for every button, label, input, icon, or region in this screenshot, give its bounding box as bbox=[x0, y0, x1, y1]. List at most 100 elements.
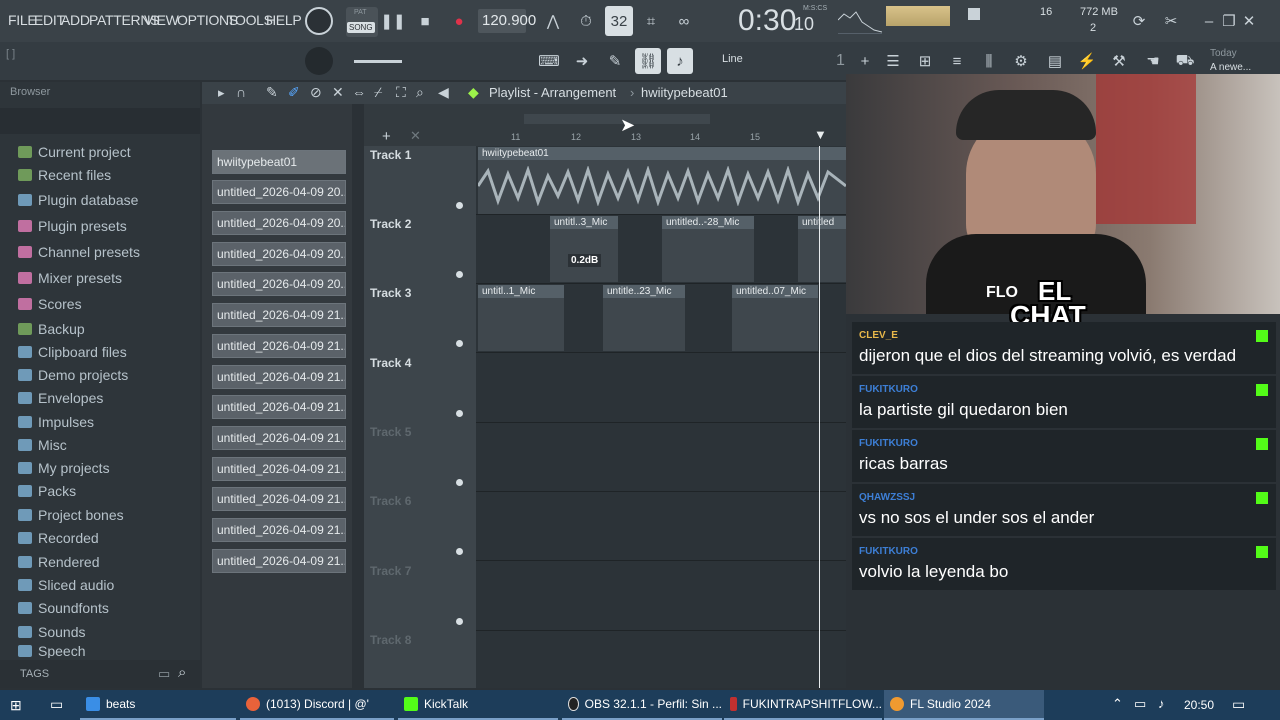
track-mute-dot[interactable] bbox=[456, 410, 463, 417]
taskbar-item-discord[interactable]: (1013) Discord | @' bbox=[240, 690, 394, 720]
arrow-right-icon[interactable]: ▸ bbox=[218, 85, 225, 101]
track-label[interactable]: Track 3 bbox=[370, 286, 411, 300]
browser-item-clipboard-files[interactable]: Clipboard files bbox=[18, 341, 127, 363]
link-icon[interactable]: ⛓ bbox=[635, 48, 661, 74]
browser-item-project-bones[interactable]: Project bones bbox=[18, 504, 124, 526]
pattern-item[interactable]: untitled_2026-04-09 21.. bbox=[212, 487, 346, 511]
scroll-overview[interactable] bbox=[524, 114, 710, 124]
taskbar-item-beats[interactable]: beats bbox=[80, 690, 236, 720]
browser-item-sliced-audio[interactable]: Sliced audio bbox=[18, 574, 114, 596]
cut-icon[interactable]: ✂ bbox=[1158, 8, 1184, 34]
plugin-icon[interactable]: ⚙ bbox=[1008, 48, 1034, 74]
taskbar-item-obs[interactable]: OBS 32.1.1 - Perfil: Sin ... bbox=[562, 690, 722, 720]
browser-item-mixer-presets[interactable]: Mixer presets bbox=[18, 267, 122, 289]
pattern-play-icon[interactable]: ◆ bbox=[468, 84, 479, 101]
browser-item-impulses[interactable]: Impulses bbox=[18, 411, 94, 433]
menu-help[interactable]: HELP bbox=[266, 12, 302, 28]
pencil-icon[interactable]: ✎ bbox=[266, 84, 278, 101]
taskbar-clock[interactable]: 20:50 bbox=[1184, 698, 1214, 712]
track-mute-dot[interactable] bbox=[456, 548, 463, 555]
playlist-grid[interactable]: hwiitypebeat01 untitl..3_Mic untitled..-… bbox=[476, 146, 846, 688]
volume-icon[interactable]: ♪ bbox=[1158, 696, 1165, 711]
pattern-item[interactable]: untitled_2026-04-09 21.. bbox=[212, 518, 346, 542]
channel-rack-icon[interactable]: ≡ bbox=[944, 48, 970, 74]
step-edit-icon[interactable]: ⌗ bbox=[638, 8, 664, 34]
browser-item-envelopes[interactable]: Envelopes bbox=[18, 387, 103, 409]
zoom-icon[interactable]: ⌕ bbox=[416, 84, 424, 101]
track-label[interactable]: Track 1 bbox=[370, 148, 411, 162]
pitch-slider[interactable] bbox=[354, 60, 402, 63]
pattern-item[interactable]: untitled_2026-04-09 21.. bbox=[212, 303, 346, 327]
piano-roll-icon[interactable]: ⊞ bbox=[912, 48, 938, 74]
project-icon[interactable]: ▤ bbox=[1042, 48, 1068, 74]
add-pattern-icon[interactable]: + bbox=[852, 48, 878, 74]
track-mute-dot[interactable] bbox=[456, 479, 463, 486]
bell-icon[interactable]: ♪ bbox=[667, 48, 693, 74]
news-title[interactable]: Today bbox=[1210, 48, 1237, 59]
track-label[interactable]: Track 8 bbox=[370, 633, 411, 647]
track-label[interactable]: Track 5 bbox=[370, 425, 411, 439]
track-mute-dot[interactable] bbox=[456, 202, 463, 209]
menu-file[interactable]: FILE bbox=[8, 12, 37, 28]
brush-icon[interactable]: ✎ bbox=[602, 48, 628, 74]
taskbar-item-kicktalk[interactable]: KickTalk bbox=[398, 690, 558, 720]
plug-icon[interactable]: ⚡ bbox=[1074, 48, 1100, 74]
refresh-icon[interactable]: ⟳ bbox=[1126, 8, 1152, 34]
pattern-item[interactable]: untitled_2026-04-09 21.. bbox=[212, 457, 346, 481]
menu-view[interactable]: VIEW bbox=[144, 12, 179, 28]
hand-icon[interactable]: ☚ bbox=[1140, 48, 1166, 74]
browser-item-current-project[interactable]: Current project bbox=[18, 141, 131, 163]
slip-icon[interactable]: ⇔ bbox=[352, 84, 366, 100]
playhead-marker-icon[interactable]: ▼ bbox=[814, 127, 827, 142]
snap-select[interactable]: Line bbox=[722, 53, 743, 65]
arrow-right-icon[interactable]: ➜ bbox=[569, 48, 595, 74]
magnet-icon[interactable]: ∩ bbox=[236, 84, 246, 100]
pattern-item[interactable]: untitled_2026-04-09 21.. bbox=[212, 549, 346, 573]
browser-item-scores[interactable]: Scores bbox=[18, 293, 82, 315]
pause-button[interactable]: ❚❚ bbox=[380, 8, 406, 34]
add-track-icon[interactable]: + bbox=[382, 128, 391, 145]
pattern-item[interactable]: untitled_2026-04-09 20.. bbox=[212, 272, 346, 296]
time-display[interactable]: 0:30 bbox=[738, 4, 796, 38]
delete-icon[interactable]: ⊘ bbox=[310, 84, 322, 101]
record-icon[interactable]: ● bbox=[446, 8, 472, 34]
browser-item-speech[interactable]: Speech bbox=[18, 644, 85, 658]
master-volume-knob[interactable] bbox=[305, 7, 333, 35]
taskbar-item-fl-studio[interactable]: FL Studio 2024 bbox=[884, 690, 1044, 720]
track-mute-dot[interactable] bbox=[456, 271, 463, 278]
close-icon[interactable]: ✕ bbox=[410, 128, 421, 144]
pattern-item[interactable]: untitled_2026-04-09 21.. bbox=[212, 334, 346, 358]
browser-item-plugin-presets[interactable]: Plugin presets bbox=[18, 215, 127, 237]
browser-item-demo-projects[interactable]: Demo projects bbox=[18, 364, 128, 386]
browser-item-backup[interactable]: Backup bbox=[18, 318, 85, 340]
pat-song-toggle[interactable]: PAT SONG bbox=[346, 7, 378, 37]
browser-item-my-projects[interactable]: My projects bbox=[18, 457, 110, 479]
pattern-item[interactable]: untitled_2026-04-09 21.. bbox=[212, 395, 346, 419]
typing-keyboard-icon[interactable]: ⌨ bbox=[536, 48, 562, 74]
track-label[interactable]: Track 7 bbox=[370, 564, 411, 578]
chevron-up-icon[interactable]: ⌃ bbox=[1112, 696, 1123, 712]
tempo-display[interactable]: 120.900 bbox=[478, 9, 536, 33]
pattern-item[interactable]: untitled_2026-04-09 21.. bbox=[212, 365, 346, 389]
notifications-icon[interactable]: ▭ bbox=[1232, 696, 1245, 713]
search-icon[interactable]: ⌕ bbox=[178, 664, 186, 681]
pattern-item[interactable]: untitled_2026-04-09 20.. bbox=[212, 211, 346, 235]
browser-item-channel-presets[interactable]: Channel presets bbox=[18, 241, 140, 263]
stop-icon[interactable]: ■ bbox=[412, 8, 438, 34]
window-icon[interactable]: ▭ bbox=[50, 696, 63, 713]
playback-icon[interactable]: ◀ bbox=[438, 84, 449, 101]
pattern-item[interactable]: untitled_2026-04-09 20.. bbox=[212, 180, 346, 204]
cart-icon[interactable]: ⛟ bbox=[1172, 48, 1198, 74]
paint-icon[interactable]: ✐ bbox=[288, 84, 300, 101]
slice-icon[interactable]: ⌿ bbox=[374, 84, 382, 101]
playlist-icon[interactable]: ☰ bbox=[880, 48, 906, 74]
timeline-ruler[interactable]: + ✕ 11 12 13 14 15 ▼ ➤ bbox=[364, 104, 846, 146]
folder-icon[interactable]: ▭ bbox=[158, 666, 170, 682]
pattern-item[interactable]: hwiitypebeat01 bbox=[212, 150, 346, 174]
browser-item-recorded[interactable]: Recorded bbox=[18, 527, 99, 549]
countdown-icon[interactable]: 32 bbox=[605, 6, 633, 36]
browser-item-recent-files[interactable]: Recent files bbox=[18, 164, 111, 186]
track-mute-dot[interactable] bbox=[456, 340, 463, 347]
wait-record-icon[interactable]: ⏱ bbox=[573, 8, 599, 34]
taskbar-item-folder[interactable]: FUKINTRAPSHITFLOW... bbox=[724, 690, 882, 720]
